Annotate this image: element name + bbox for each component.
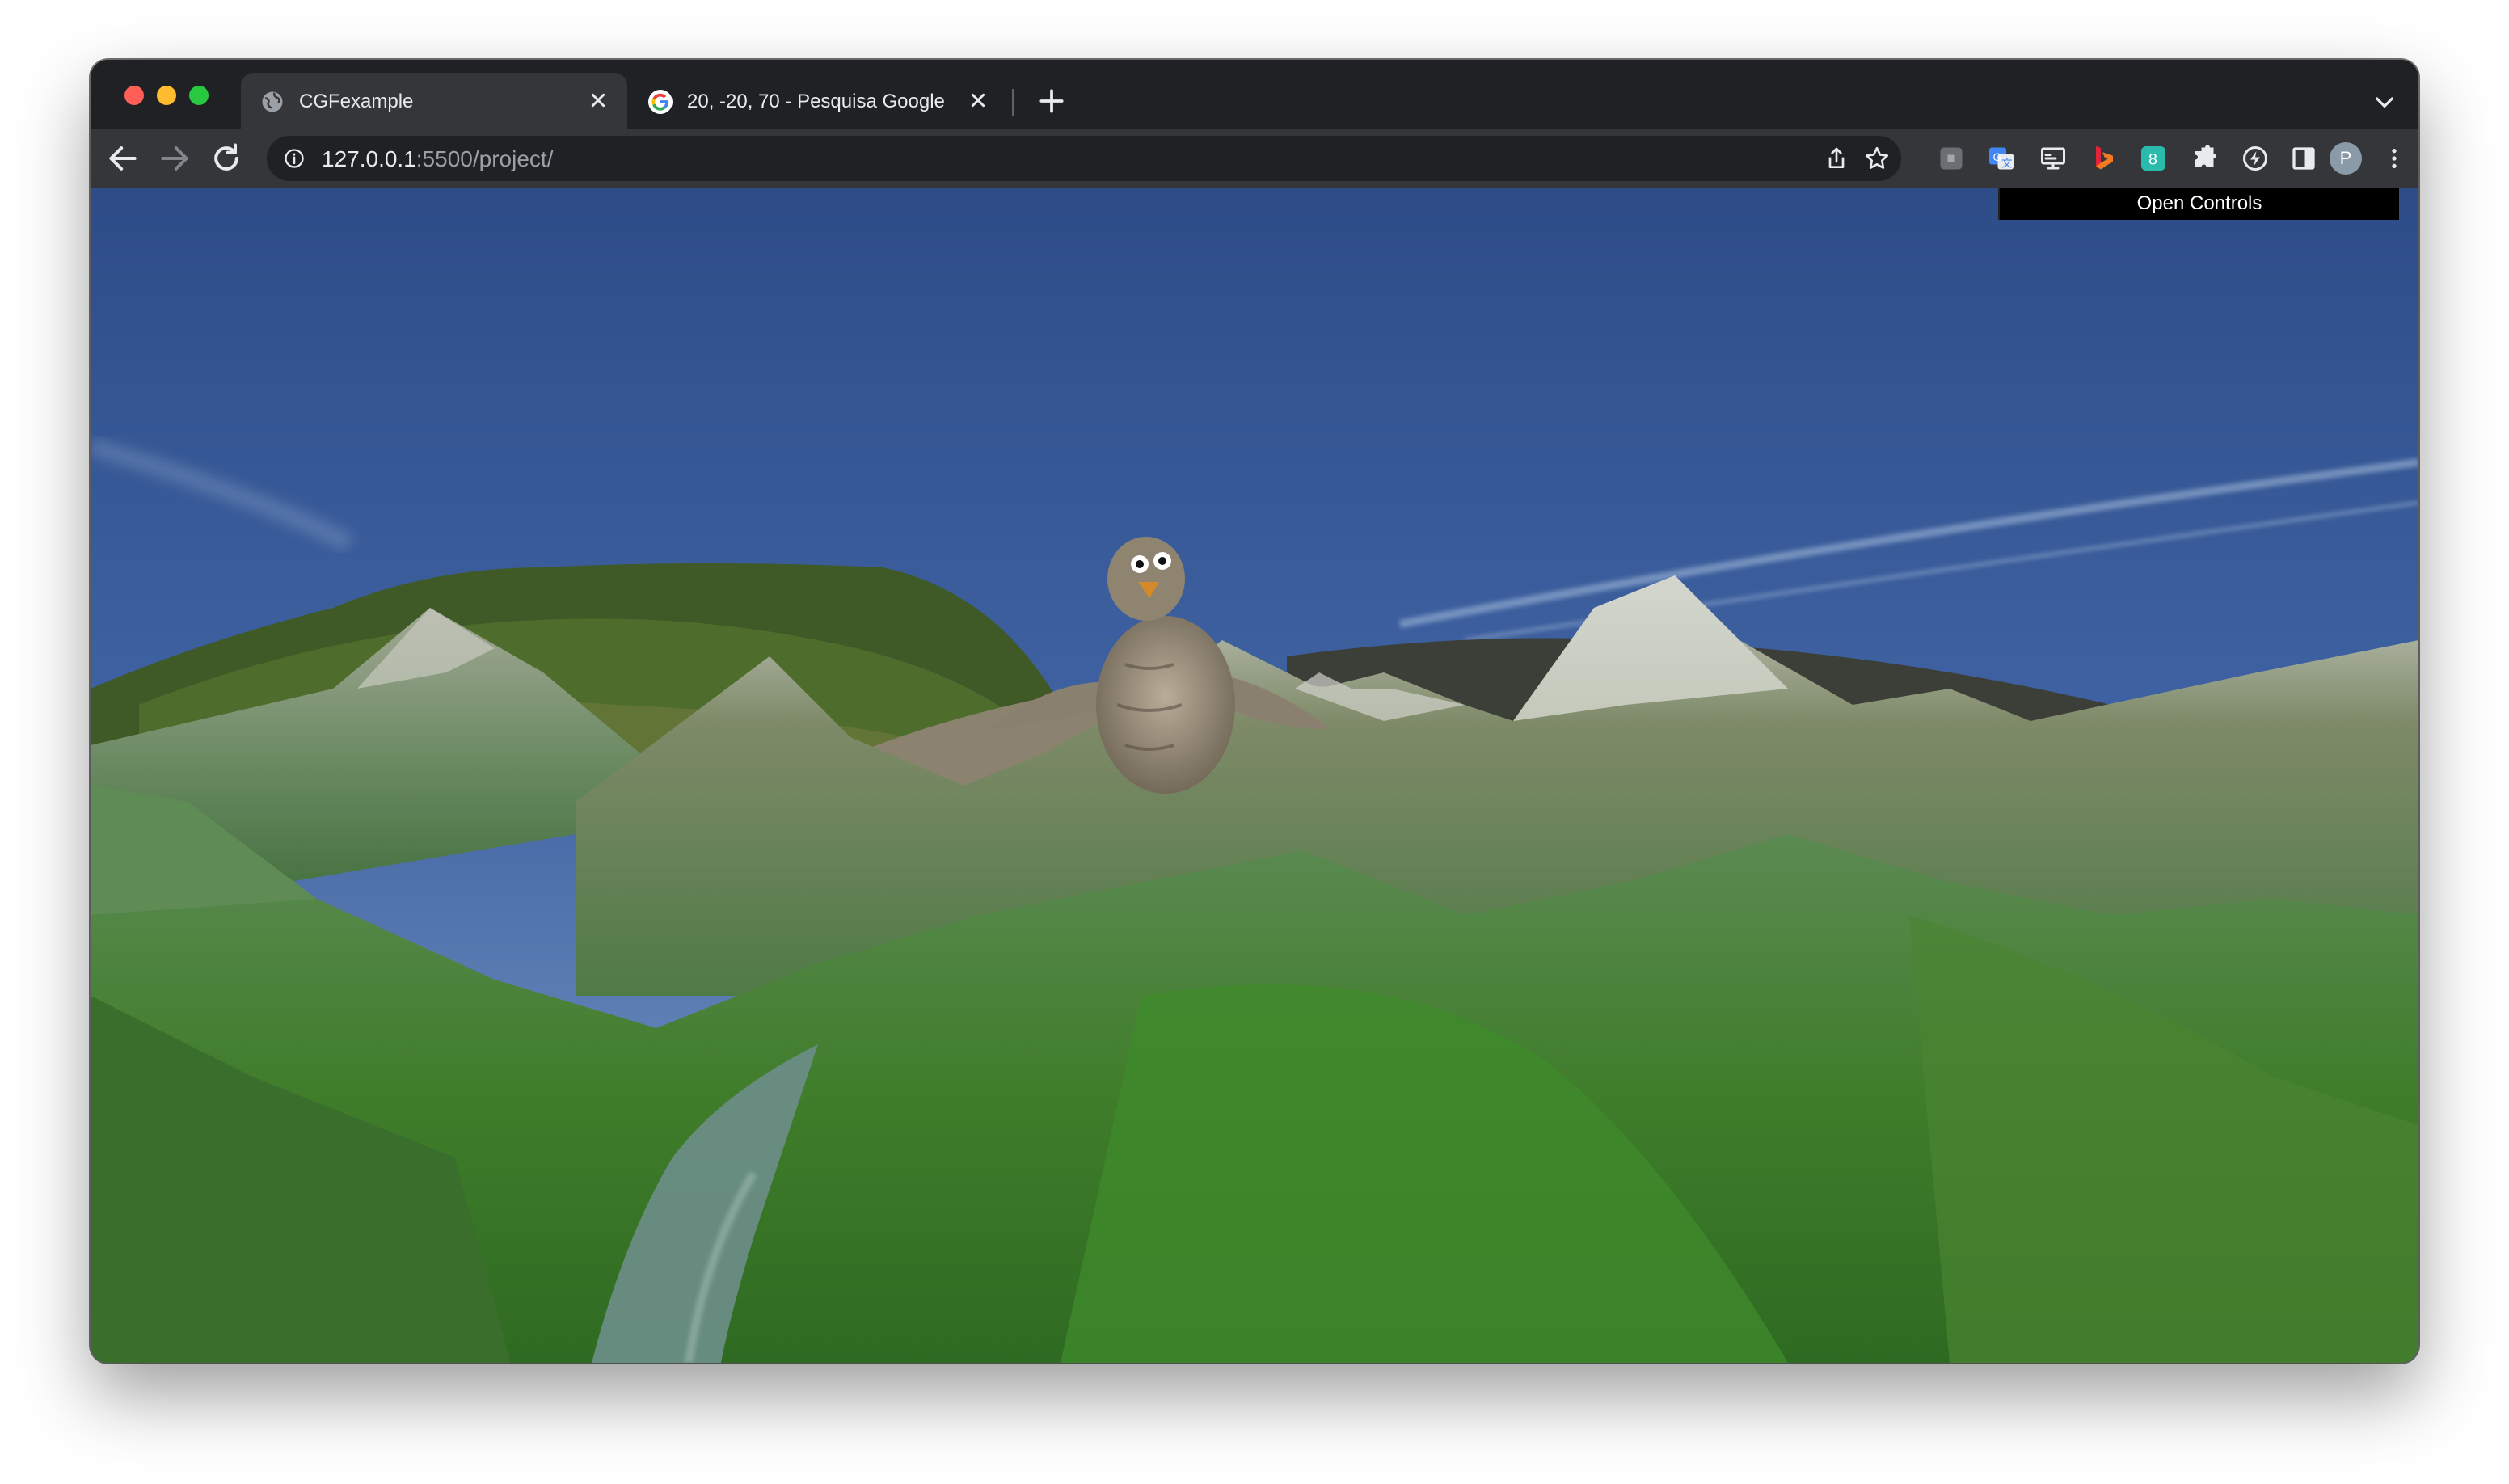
bookmark-star-icon[interactable] — [1862, 144, 1891, 173]
svg-text:8: 8 — [2148, 151, 2157, 169]
svg-text:G: G — [1993, 151, 2002, 163]
globe-icon — [262, 91, 283, 112]
browser-window: CGFexample 20, -20, 70 - Pesquisa Google — [91, 60, 2418, 1363]
svg-text:文: 文 — [2001, 158, 2013, 170]
open-controls-button[interactable]: Open Controls — [1998, 188, 2399, 220]
google-translate-icon[interactable]: G 文 — [1987, 144, 2016, 173]
extension-gray-icon[interactable] — [1937, 144, 1966, 173]
url-host: 127.0.0.1 — [322, 146, 416, 171]
forward-icon[interactable] — [157, 141, 192, 176]
extension-bolt-icon[interactable] — [2241, 144, 2270, 173]
url-text: 127.0.0.1:5500/project/ — [322, 146, 553, 172]
browser-toolbar: 127.0.0.1:5500/project/ G 文 8 P — [91, 129, 2418, 188]
extension-monitor-icon[interactable] — [2039, 144, 2068, 173]
extensions-puzzle-icon[interactable] — [2191, 144, 2220, 173]
tab-google-search[interactable]: 20, -20, 70 - Pesquisa Google — [629, 73, 1007, 129]
close-window-button[interactable] — [124, 86, 144, 105]
share-icon[interactable] — [1824, 145, 1849, 171]
minimize-window-button[interactable] — [157, 86, 176, 105]
chevron-down-icon[interactable] — [2372, 89, 2397, 115]
tab-separator — [1012, 89, 1014, 116]
reload-icon[interactable] — [209, 141, 244, 176]
address-bar[interactable]: 127.0.0.1:5500/project/ — [267, 136, 1901, 181]
kebab-menu-icon[interactable] — [2381, 144, 2407, 173]
tab-title: 20, -20, 70 - Pesquisa Google — [687, 91, 945, 112]
profile-avatar[interactable]: P — [2330, 142, 2362, 175]
google-g-icon — [648, 90, 673, 114]
tab-title: CGFexample — [299, 91, 414, 112]
url-path: :5500/project/ — [415, 146, 554, 171]
scene-illustration — [91, 188, 2418, 1363]
side-panel-icon[interactable] — [2289, 144, 2318, 173]
webgl-canvas[interactable]: Open Controls — [91, 188, 2418, 1363]
new-tab-icon[interactable] — [1036, 86, 1067, 116]
close-tab-icon[interactable] — [965, 87, 991, 113]
tab-cgfexample[interactable]: CGFexample — [241, 73, 627, 129]
back-icon[interactable] — [105, 141, 141, 176]
zoom-window-button[interactable] — [189, 86, 209, 105]
close-tab-icon[interactable] — [585, 87, 611, 113]
bing-icon[interactable] — [2089, 144, 2118, 173]
extension-teal-icon[interactable]: 8 — [2139, 144, 2168, 173]
site-info-icon[interactable] — [283, 147, 306, 170]
tab-strip: CGFexample 20, -20, 70 - Pesquisa Google — [91, 60, 2418, 129]
